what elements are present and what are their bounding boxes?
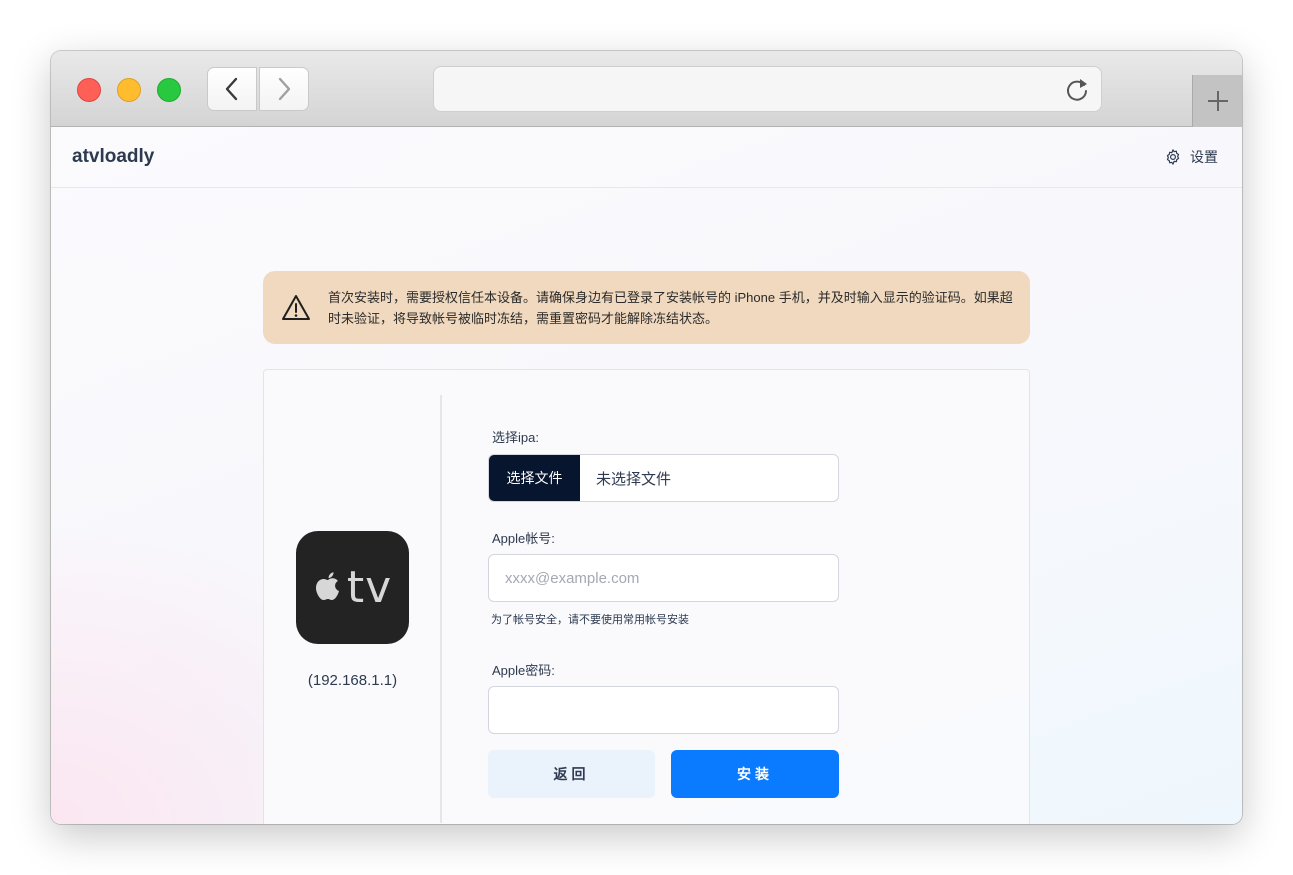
- warning-text: 首次安装时，需要授权信任本设备。请确保身边有已登录了安装帐号的 iPhone 手…: [328, 290, 1013, 326]
- browser-window: atvloadly 设置 首次安装时，需要授权信任本设备。请确保身边有已登录了安…: [51, 51, 1242, 824]
- install-card: tv (192.168.1.1) 选择ipa: 选择文件 未选择文件 Apple…: [263, 369, 1030, 824]
- forward-button[interactable]: [259, 67, 309, 111]
- install-button[interactable]: 安装: [671, 750, 839, 798]
- new-tab-button[interactable]: [1192, 75, 1242, 127]
- apple-account-input[interactable]: [488, 554, 839, 602]
- address-bar[interactable]: [433, 66, 1102, 112]
- minimize-window-button[interactable]: [117, 78, 141, 102]
- ipa-file-input[interactable]: 选择文件 未选择文件: [488, 454, 839, 502]
- warning-icon: [282, 295, 310, 320]
- app-header: atvloadly 设置: [51, 127, 1242, 188]
- warning-alert: 首次安装时，需要授权信任本设备。请确保身边有已登录了安装帐号的 iPhone 手…: [263, 271, 1030, 344]
- ipa-label: 选择ipa:: [492, 430, 539, 445]
- back-button[interactable]: [207, 67, 257, 111]
- close-window-button[interactable]: [77, 78, 101, 102]
- back-button-form[interactable]: 返回: [488, 750, 655, 798]
- history-navigation: [207, 67, 309, 111]
- account-label: Apple帐号:: [492, 531, 555, 546]
- brand-title[interactable]: atvloadly: [72, 146, 154, 168]
- chevron-right-icon: [278, 77, 291, 101]
- device-ip: (192.168.1.1): [307, 672, 398, 689]
- zoom-window-button[interactable]: [157, 78, 181, 102]
- apple-tv-logo: tv: [296, 531, 409, 644]
- apple-logo-icon: [315, 571, 339, 600]
- settings-label: 设置: [1190, 149, 1218, 165]
- tv-label: tv: [346, 562, 393, 613]
- choose-file-button[interactable]: 选择文件: [489, 455, 580, 501]
- gear-icon: [1166, 149, 1180, 165]
- chevron-left-icon: [225, 77, 238, 101]
- page-content: atvloadly 设置 首次安装时，需要授权信任本设备。请确保身边有已登录了安…: [51, 127, 1242, 824]
- reload-icon[interactable]: [1063, 76, 1091, 104]
- file-status-text: 未选择文件: [596, 471, 672, 488]
- apple-password-input[interactable]: [488, 686, 839, 734]
- account-hint: 为了帐号安全，请不要使用常用帐号安装: [491, 614, 689, 626]
- settings-button[interactable]: 设置: [1164, 147, 1218, 167]
- password-label: Apple密码:: [492, 663, 555, 678]
- plus-icon: [1207, 91, 1228, 111]
- browser-toolbar: [51, 51, 1242, 127]
- vertical-divider: [440, 395, 442, 823]
